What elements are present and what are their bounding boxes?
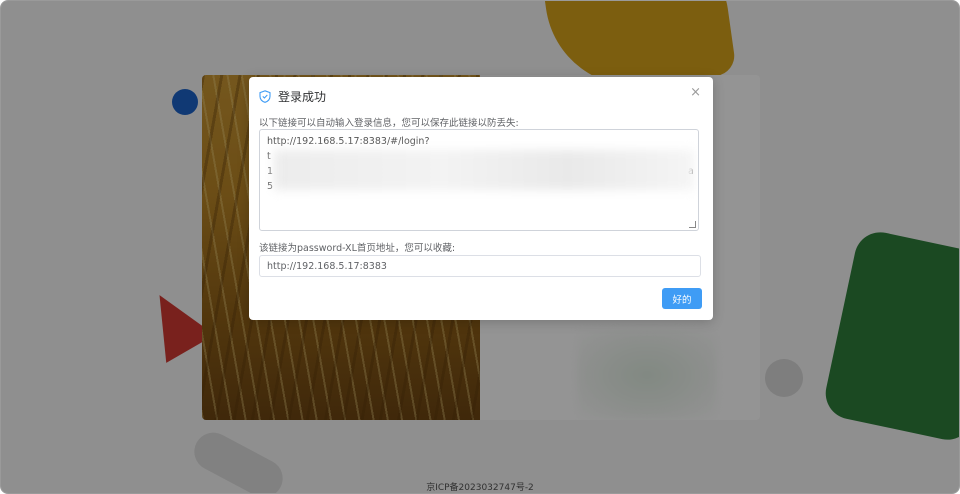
login-link-textarea[interactable]: http://192.168.5.17:8383/#/login? t 1 5 … (259, 129, 699, 231)
dialog-title: 登录成功 (278, 90, 327, 104)
link-first-line: http://192.168.5.17:8383/#/login? (267, 136, 430, 147)
link-fragment-3: 5 (267, 181, 274, 192)
shield-check-icon (259, 90, 271, 103)
ok-button[interactable]: 好的 (662, 288, 702, 309)
homepage-label: 该链接为password-XL首页地址，您可以收藏: (259, 243, 456, 254)
homepage-url-input[interactable] (259, 255, 701, 277)
link-fragment-1: t (267, 151, 271, 162)
link-fragment-2: 1 (267, 166, 274, 177)
browser-viewport: 京ICP备2023032747号-2 登录成功 × 以下链接可以自动输入登录信息… (0, 0, 960, 494)
link-label: 以下链接可以自动输入登录信息，您可以保存此链接以防丢失: (259, 118, 519, 129)
login-success-dialog: 登录成功 × 以下链接可以自动输入登录信息，您可以保存此链接以防丢失: http… (249, 77, 713, 320)
redacted-link-blur (274, 150, 694, 190)
resize-handle-icon[interactable] (689, 221, 696, 228)
close-icon[interactable]: × (690, 85, 701, 100)
dialog-header: 登录成功 (259, 88, 326, 105)
